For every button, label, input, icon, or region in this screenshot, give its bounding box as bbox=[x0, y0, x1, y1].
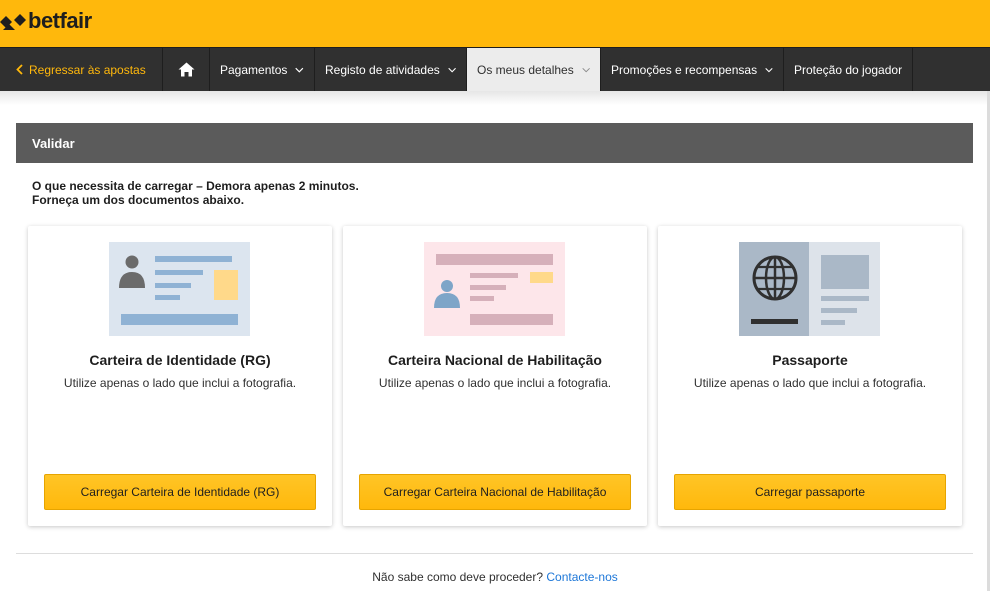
intro-text: O que necessita de carregar – Demora ape… bbox=[32, 179, 359, 207]
nav-item-pagamentos[interactable]: Pagamentos bbox=[210, 48, 315, 91]
document-card-passport: Passaporte Utilize apenas o lado que inc… bbox=[658, 226, 962, 526]
card-title: Passaporte bbox=[772, 352, 848, 368]
card-description: Utilize apenas o lado que inclui a fotog… bbox=[693, 376, 927, 390]
nav-item-label: Pagamentos bbox=[220, 62, 288, 77]
intro-line-1: O que necessita de carregar – Demora ape… bbox=[32, 179, 359, 193]
card-title: Carteira de Identidade (RG) bbox=[89, 352, 271, 368]
intro-line-2: Forneça um dos documentos abaixo. bbox=[32, 193, 245, 207]
upload-id-button[interactable]: Carregar Carteira de Identidade (RG) bbox=[44, 474, 316, 510]
help-line: Não sabe como deve proceder? Contacte-no… bbox=[0, 570, 990, 584]
nav-item-promocoes[interactable]: Promoções e recompensas bbox=[601, 48, 784, 91]
account-nav: Regressar às apostas Pagamentos Registo … bbox=[0, 47, 990, 91]
driver-license-icon bbox=[424, 242, 565, 336]
back-to-betting-label: Regressar às apostas bbox=[29, 62, 146, 77]
nav-item-label: Promoções e recompensas bbox=[611, 62, 758, 77]
logo-text: betfair bbox=[28, 8, 92, 33]
chevron-down-icon bbox=[295, 67, 304, 73]
nav-shadow bbox=[0, 91, 990, 105]
back-to-betting-link[interactable]: Regressar às apostas bbox=[0, 48, 163, 91]
chevron-down-icon bbox=[582, 67, 590, 72]
home-icon bbox=[178, 62, 194, 77]
nav-item-protecao-jogador[interactable]: Proteção do jogador bbox=[784, 48, 913, 91]
footer-divider bbox=[16, 553, 973, 554]
chevron-left-icon bbox=[16, 64, 23, 75]
nav-filler bbox=[913, 48, 990, 91]
help-question: Não sabe como deve proceder? bbox=[372, 570, 544, 584]
contact-us-link[interactable]: Contacte-nos bbox=[546, 570, 617, 584]
nav-item-meus-detalhes[interactable]: Os meus detalhes bbox=[467, 48, 601, 91]
section-header: Validar bbox=[16, 123, 973, 163]
home-button[interactable] bbox=[163, 48, 210, 91]
card-description: Utilize apenas o lado que inclui a fotog… bbox=[63, 376, 297, 390]
betfair-logo-icon bbox=[0, 14, 26, 30]
section-title: Validar bbox=[32, 135, 75, 151]
document-card-driver-license: Carteira Nacional de Habilitação Utilize… bbox=[343, 226, 647, 526]
nav-item-label: Registo de atividades bbox=[325, 62, 440, 77]
upload-driver-license-button[interactable]: Carregar Carteira Nacional de Habilitaçã… bbox=[359, 474, 631, 510]
card-description: Utilize apenas o lado que inclui a fotog… bbox=[378, 376, 612, 390]
nav-item-label: Proteção do jogador bbox=[794, 62, 903, 77]
nav-item-label: Os meus detalhes bbox=[477, 62, 574, 77]
card-title: Carteira Nacional de Habilitação bbox=[388, 352, 602, 368]
passport-icon bbox=[739, 242, 880, 336]
betfair-logo[interactable]: betfair bbox=[0, 8, 92, 34]
upload-passport-button[interactable]: Carregar passaporte bbox=[674, 474, 946, 510]
id-card-icon bbox=[109, 242, 250, 336]
document-card-id: Carteira de Identidade (RG) Utilize apen… bbox=[28, 226, 332, 526]
chevron-down-icon bbox=[448, 67, 456, 72]
chevron-down-icon bbox=[765, 67, 773, 72]
nav-item-registo-atividades[interactable]: Registo de atividades bbox=[315, 48, 467, 91]
header-bar: betfair bbox=[0, 0, 990, 47]
